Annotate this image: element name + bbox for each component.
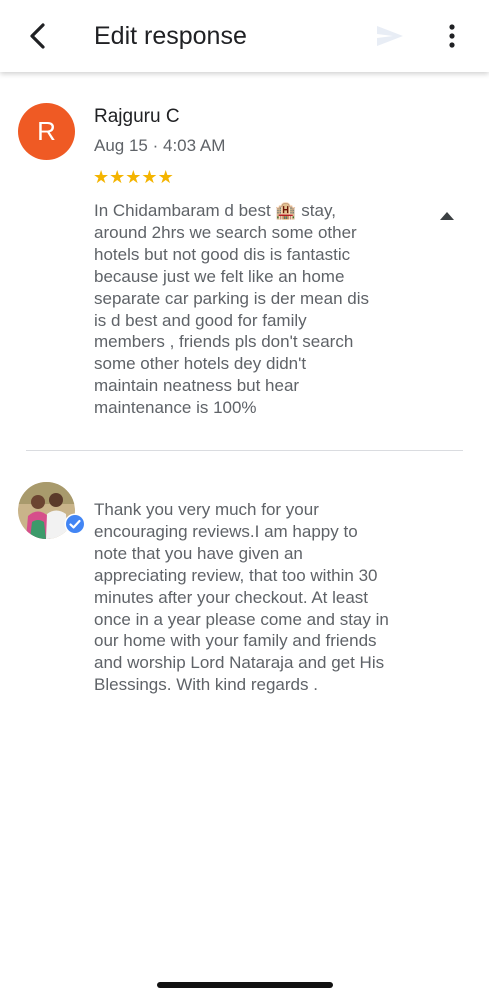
star-icon: ★ (109, 167, 126, 187)
more-options-button[interactable] (436, 16, 468, 56)
review-text: In Chidambaram d best 🏨 stay, around 2hr… (94, 201, 369, 418)
send-icon (377, 26, 403, 46)
reviewer-name: Rajguru C (94, 106, 180, 127)
collapse-review-button[interactable] (434, 206, 460, 226)
reviewer-avatar: R (18, 103, 75, 160)
star-rating: ★ ★ ★ ★ ★ (93, 167, 174, 187)
arrow-up-icon (440, 212, 454, 220)
more-vert-icon (449, 24, 455, 48)
page-title: Edit response (94, 22, 247, 50)
review-date: Aug 15 · 4:03 AM (94, 136, 226, 155)
back-button[interactable] (18, 16, 58, 56)
send-button[interactable] (370, 18, 410, 54)
owner-response-text[interactable]: Thank you very much for your encouraging… (94, 499, 424, 696)
home-indicator[interactable] (157, 982, 333, 988)
star-icon: ★ (125, 167, 142, 187)
verified-check-icon (64, 513, 86, 535)
divider (26, 450, 463, 451)
star-icon: ★ (141, 167, 158, 187)
arrow-back-icon (30, 23, 45, 49)
star-icon: ★ (157, 167, 174, 187)
app-bar: Edit response (0, 0, 489, 72)
star-icon: ★ (93, 167, 110, 187)
